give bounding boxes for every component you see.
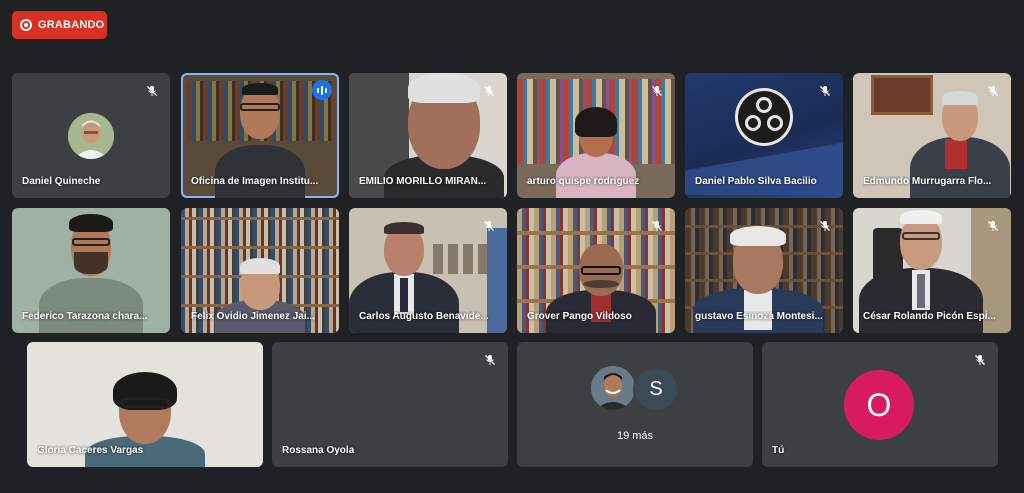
more-participants-tile[interactable]: S 19 más <box>517 342 753 467</box>
participant-tile[interactable]: César Rolando Picón Espi... <box>853 208 1011 333</box>
participant-name: Federico Tarazona chara... <box>22 311 148 322</box>
participant-name: gustavo Esinoza Montesi... <box>695 311 823 322</box>
participant-tile[interactable]: Rossana Oyola <box>272 342 508 467</box>
recording-badge[interactable]: GRABANDO <box>12 11 107 39</box>
participant-tile[interactable]: Grover Pango Vildoso <box>517 208 675 333</box>
participant-name: Daniel Pablo Silva Bacilio <box>695 176 817 187</box>
participant-name: Rossana Oyola <box>282 445 355 456</box>
participant-name: EMILIO MORILLO MIRAN... <box>359 176 487 187</box>
participant-tile[interactable]: Felix Ovidio Jimenez Jai... <box>181 208 339 333</box>
avatar: O <box>844 370 914 440</box>
self-tile[interactable]: O Tú <box>762 342 998 467</box>
mic-off-icon <box>649 218 665 234</box>
participant-tile[interactable]: Carlos Augusto Benavide... <box>349 208 507 333</box>
mic-off-icon <box>649 83 665 99</box>
participant-name: Carlos Augusto Benavide... <box>359 311 489 322</box>
participant-tile[interactable]: Daniel Quineche <box>12 73 170 198</box>
mic-off-icon <box>985 83 1001 99</box>
participant-name: Felix Ovidio Jimenez Jai... <box>191 311 315 322</box>
participant-name: Gloria Caceres Vargas <box>37 445 144 456</box>
participant-tile[interactable]: EMILIO MORILLO MIRAN... <box>349 73 507 198</box>
participant-tile[interactable]: Edmundo Murrugarra Flo... <box>853 73 1011 198</box>
avatar <box>591 366 635 410</box>
participant-name: Daniel Quineche <box>22 176 101 187</box>
participant-name: Edmundo Murrugarra Flo... <box>863 176 992 187</box>
recording-label: GRABANDO <box>38 19 105 31</box>
participant-tile[interactable]: Oficina de Imagen Institu... <box>181 73 339 198</box>
mic-off-icon <box>985 218 1001 234</box>
mic-off-icon <box>144 83 160 99</box>
mic-off-icon <box>817 83 833 99</box>
participant-tile[interactable]: Daniel Pablo Silva Bacilio <box>685 73 843 198</box>
participant-tile[interactable]: Gloria Caceres Vargas <box>27 342 263 467</box>
participant-name: Tú <box>772 445 785 456</box>
participant-name: César Rolando Picón Espi... <box>863 311 996 322</box>
avatar-letter: S <box>649 377 663 400</box>
participant-tile[interactable]: gustavo Esinoza Montesi... <box>685 208 843 333</box>
participant-name: Oficina de Imagen Institu... <box>191 176 319 187</box>
avatar <box>68 113 114 159</box>
mic-off-icon <box>482 352 498 368</box>
participant-tile[interactable]: Federico Tarazona chara... <box>12 208 170 333</box>
mic-off-icon <box>481 83 497 99</box>
obs-logo-icon <box>734 87 794 147</box>
avatar: S <box>633 366 679 412</box>
avatar-letter: O <box>866 386 892 423</box>
participant-tile[interactable]: arturo quispe rodriguez <box>517 73 675 198</box>
more-count: 19 más <box>616 430 654 442</box>
mic-off-icon <box>817 218 833 234</box>
audio-wave-icon <box>312 80 332 100</box>
participant-name: arturo quispe rodriguez <box>527 176 640 187</box>
participant-name: Grover Pango Vildoso <box>527 311 632 322</box>
mic-off-icon <box>972 352 988 368</box>
record-icon <box>20 19 32 31</box>
mic-off-icon <box>481 218 497 234</box>
